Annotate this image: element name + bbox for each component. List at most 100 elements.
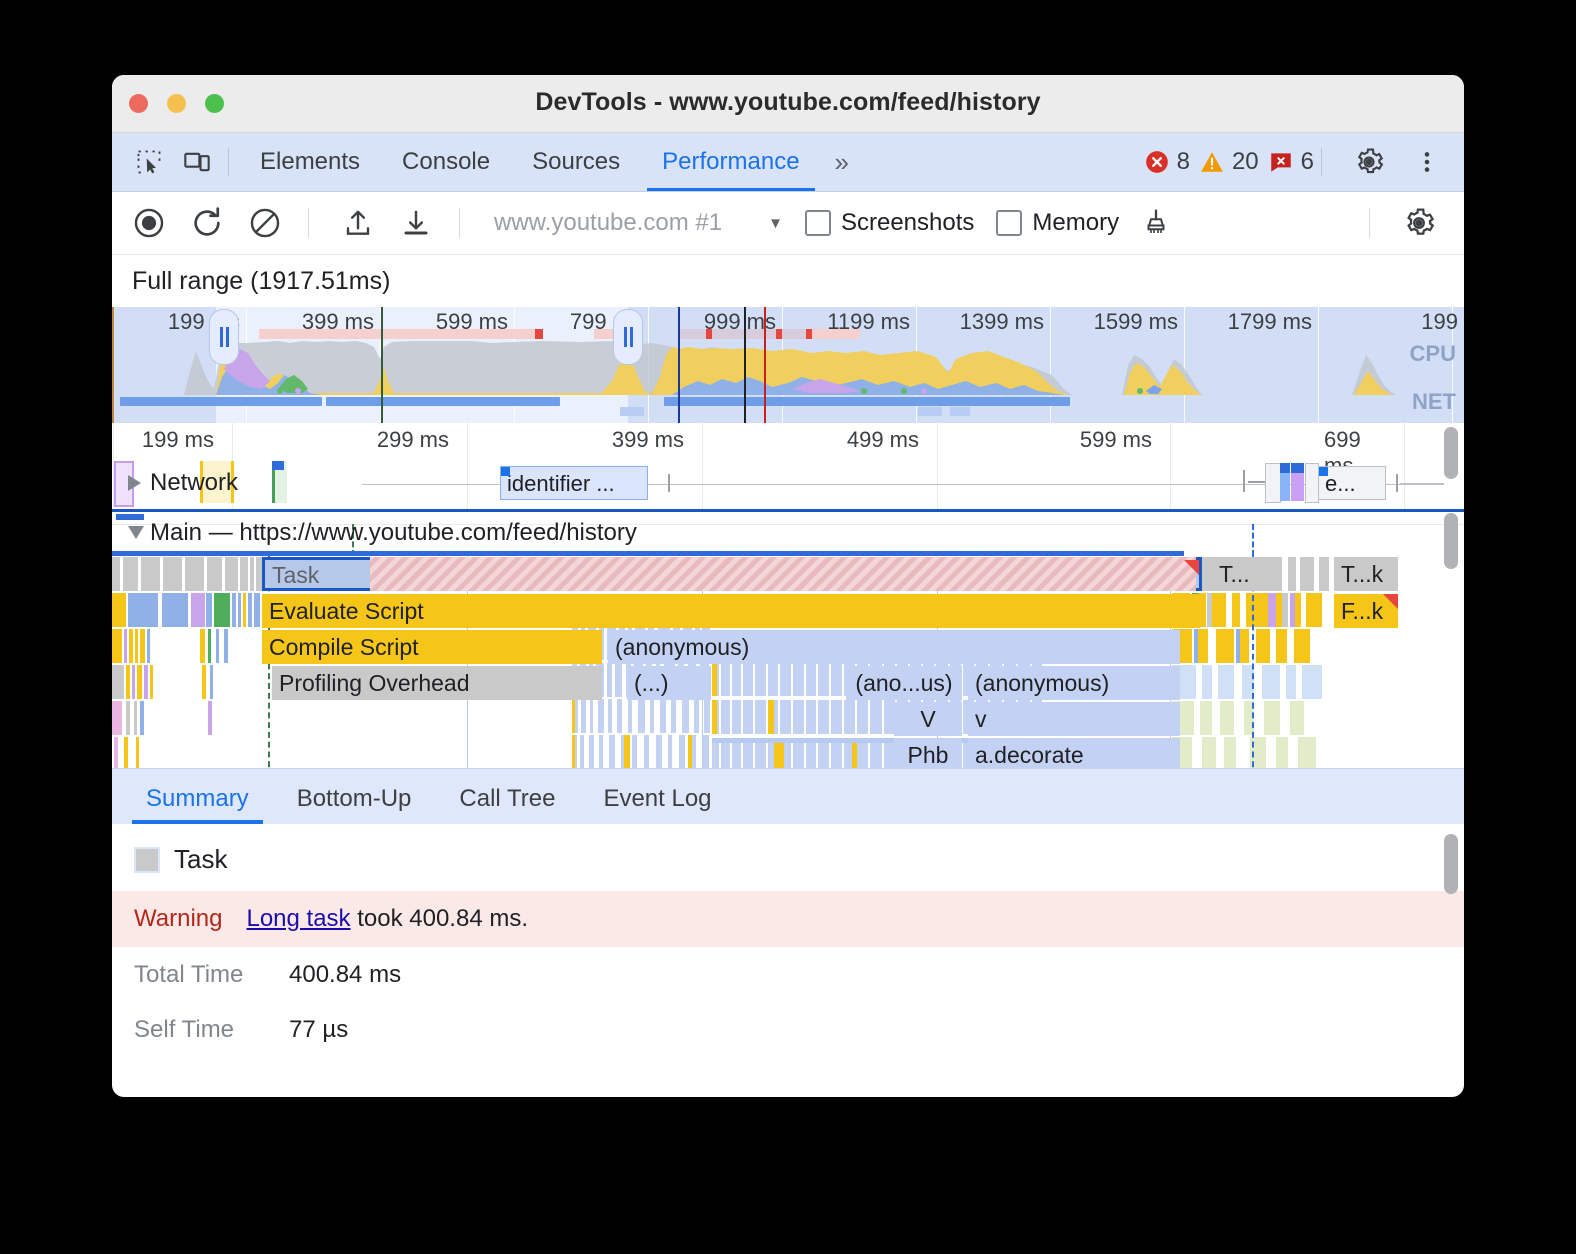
warning-counter[interactable]: 20 — [1199, 148, 1259, 176]
clear-icon[interactable] — [244, 202, 286, 244]
record-icon[interactable] — [128, 202, 170, 244]
tabbar-divider — [228, 148, 229, 176]
detail-timeline[interactable]: 199 ms 299 ms 399 ms 499 ms 599 ms 699 m… — [112, 423, 1464, 768]
screenshots-checkbox-box — [805, 210, 831, 236]
overview-net-bar-3 — [664, 397, 1070, 406]
reload-record-icon[interactable] — [186, 202, 228, 244]
toolbar-divider-3 — [1369, 208, 1370, 238]
overview-marker-red — [764, 307, 766, 423]
warning-label: Warning — [134, 905, 222, 933]
devtools-tabbar: Elements Console Sources Performance » 8… — [112, 133, 1464, 192]
flame-block-anonymous-1[interactable]: (anonymous) — [608, 630, 1180, 664]
flame-block-a-decorate[interactable]: a.decorate — [968, 738, 1180, 768]
overview-timeline[interactable]: 199 ms 399 ms 599 ms 799 ms 999 ms 1199 … — [112, 307, 1464, 423]
network-event-cap-3 — [1396, 474, 1398, 492]
event-color-swatch — [134, 847, 160, 873]
flame-row-1: Evaluate Script F...k — [112, 593, 1464, 629]
network-tail-line — [1400, 483, 1444, 485]
warning-message-text: took 400.84 ms. — [351, 905, 528, 932]
issue-counter[interactable]: 6 — [1268, 148, 1314, 176]
toolbar-divider-2 — [459, 208, 460, 238]
network-event-identifier[interactable]: identifier ... — [500, 466, 648, 500]
window-titlebar: DevTools - www.youtube.com/feed/history — [112, 75, 1464, 133]
capture-settings-gear-icon[interactable] — [1398, 202, 1440, 244]
flame-block-anonymous-2[interactable]: (anonymous) — [968, 666, 1180, 700]
tab-call-tree[interactable]: Call Tree — [435, 774, 579, 824]
tab-bottom-up[interactable]: Bottom-Up — [273, 774, 436, 824]
recording-selector[interactable]: www.youtube.com #1 ▼ — [494, 209, 783, 237]
device-toolbar-icon[interactable] — [180, 145, 214, 179]
timeline-tick-4: 599 ms — [1080, 427, 1160, 453]
main-track-label: Main — https://www.youtube.com/feed/hist… — [150, 519, 637, 547]
flame-row-3: Profiling Overhead (...) (ano...us) (ano… — [112, 665, 1464, 701]
overview-marker-dark — [744, 307, 746, 423]
warning-count: 20 — [1232, 148, 1259, 176]
flame-block-phb[interactable]: Phb — [894, 738, 962, 768]
error-counter[interactable]: 8 — [1144, 148, 1190, 176]
overview-tick-7: 1599 ms — [1094, 309, 1184, 335]
flame-block-profiling-overhead[interactable]: Profiling Overhead — [272, 666, 602, 700]
upload-profile-icon[interactable] — [337, 202, 379, 244]
memory-checkbox[interactable]: Memory — [996, 209, 1119, 237]
summary-scrollbar-thumb[interactable] — [1444, 834, 1458, 894]
timeline-tick-1: 299 ms — [377, 427, 457, 453]
flame-block-v-upper[interactable]: V — [894, 702, 962, 736]
warning-icon — [1199, 149, 1225, 175]
flame-row-4: V v — [112, 701, 1464, 737]
overview-right-handle[interactable] — [613, 309, 643, 365]
overview-tick-9: 199 — [1421, 309, 1464, 335]
tab-sources[interactable]: Sources — [511, 133, 641, 191]
flame-block-t-1[interactable]: T... — [1212, 557, 1268, 591]
tab-event-log[interactable]: Event Log — [579, 774, 735, 824]
timeline-tick-2: 399 ms — [612, 427, 692, 453]
error-icon — [1144, 149, 1170, 175]
network-expander-icon[interactable] — [128, 475, 141, 491]
flame-block-ano-us[interactable]: (ano...us) — [846, 666, 962, 700]
net-track-label: NET — [1412, 389, 1456, 415]
flame-row-2: Compile Script (anonymous) — [112, 629, 1464, 665]
tab-summary[interactable]: Summary — [122, 774, 273, 824]
gear-icon[interactable] — [1352, 145, 1386, 179]
collect-garbage-icon[interactable] — [1135, 202, 1177, 244]
flame-block-t-2[interactable]: T...k — [1334, 557, 1398, 591]
timeline-scrollbar-thumb-main[interactable] — [1444, 513, 1458, 569]
timeline-scrollbar-thumb-top[interactable] — [1444, 427, 1458, 479]
more-tabs-icon[interactable]: » — [821, 133, 863, 191]
main-expander-icon[interactable] — [128, 526, 144, 539]
tab-console[interactable]: Console — [381, 133, 511, 191]
main-track[interactable]: Main — https://www.youtube.com/feed/hist… — [112, 509, 1464, 768]
network-event-line-2 — [1248, 481, 1266, 483]
summary-row-total-time: Total Time 400.84 ms — [112, 947, 1464, 1002]
tabbar-right-divider — [1321, 148, 1322, 176]
overview-net-bar-5 — [918, 407, 942, 416]
flame-block-v-lower[interactable]: v — [968, 702, 1180, 736]
flame-long-task-hatch — [370, 557, 1196, 591]
timeline-tick-0: 199 ms — [142, 427, 222, 453]
tab-elements[interactable]: Elements — [239, 133, 381, 191]
summary-title: Task — [174, 844, 227, 875]
network-block-2-head — [1280, 463, 1290, 473]
overview-tick-6: 1399 ms — [960, 309, 1050, 335]
kebab-menu-icon[interactable] — [1410, 145, 1444, 179]
flame-block-evaluate-script[interactable]: Evaluate Script — [262, 594, 1200, 628]
overview-marker-green — [381, 307, 383, 423]
network-track[interactable]: Network identifier ... e... — [112, 459, 1464, 509]
main-track-header[interactable]: Main — https://www.youtube.com/feed/hist… — [112, 512, 1464, 556]
timeline-tick-3: 499 ms — [847, 427, 927, 453]
flame-chart[interactable]: Task T... T...k Evaluate Script F...k Co… — [112, 556, 1464, 768]
network-event-e[interactable]: e... — [1318, 466, 1386, 500]
flame-block-ellipsis[interactable]: (...) — [627, 666, 711, 700]
warning-message: Long task took 400.84 ms. — [246, 905, 528, 933]
download-profile-icon[interactable] — [395, 202, 437, 244]
issue-count: 6 — [1301, 148, 1314, 176]
network-event-cap-2 — [1243, 470, 1245, 492]
inspect-element-icon[interactable] — [132, 145, 166, 179]
tab-performance[interactable]: Performance — [641, 133, 820, 191]
overview-left-handle[interactable] — [209, 309, 239, 365]
long-task-link[interactable]: Long task — [246, 905, 350, 932]
flame-block-compile-script[interactable]: Compile Script — [262, 630, 602, 664]
screenshots-checkbox[interactable]: Screenshots — [805, 209, 974, 237]
network-block-4 — [1305, 463, 1319, 503]
flame-row-0: Task T... T...k — [112, 556, 1464, 592]
timeline-ruler: 199 ms 299 ms 399 ms 499 ms 599 ms 699 m… — [112, 423, 1464, 459]
